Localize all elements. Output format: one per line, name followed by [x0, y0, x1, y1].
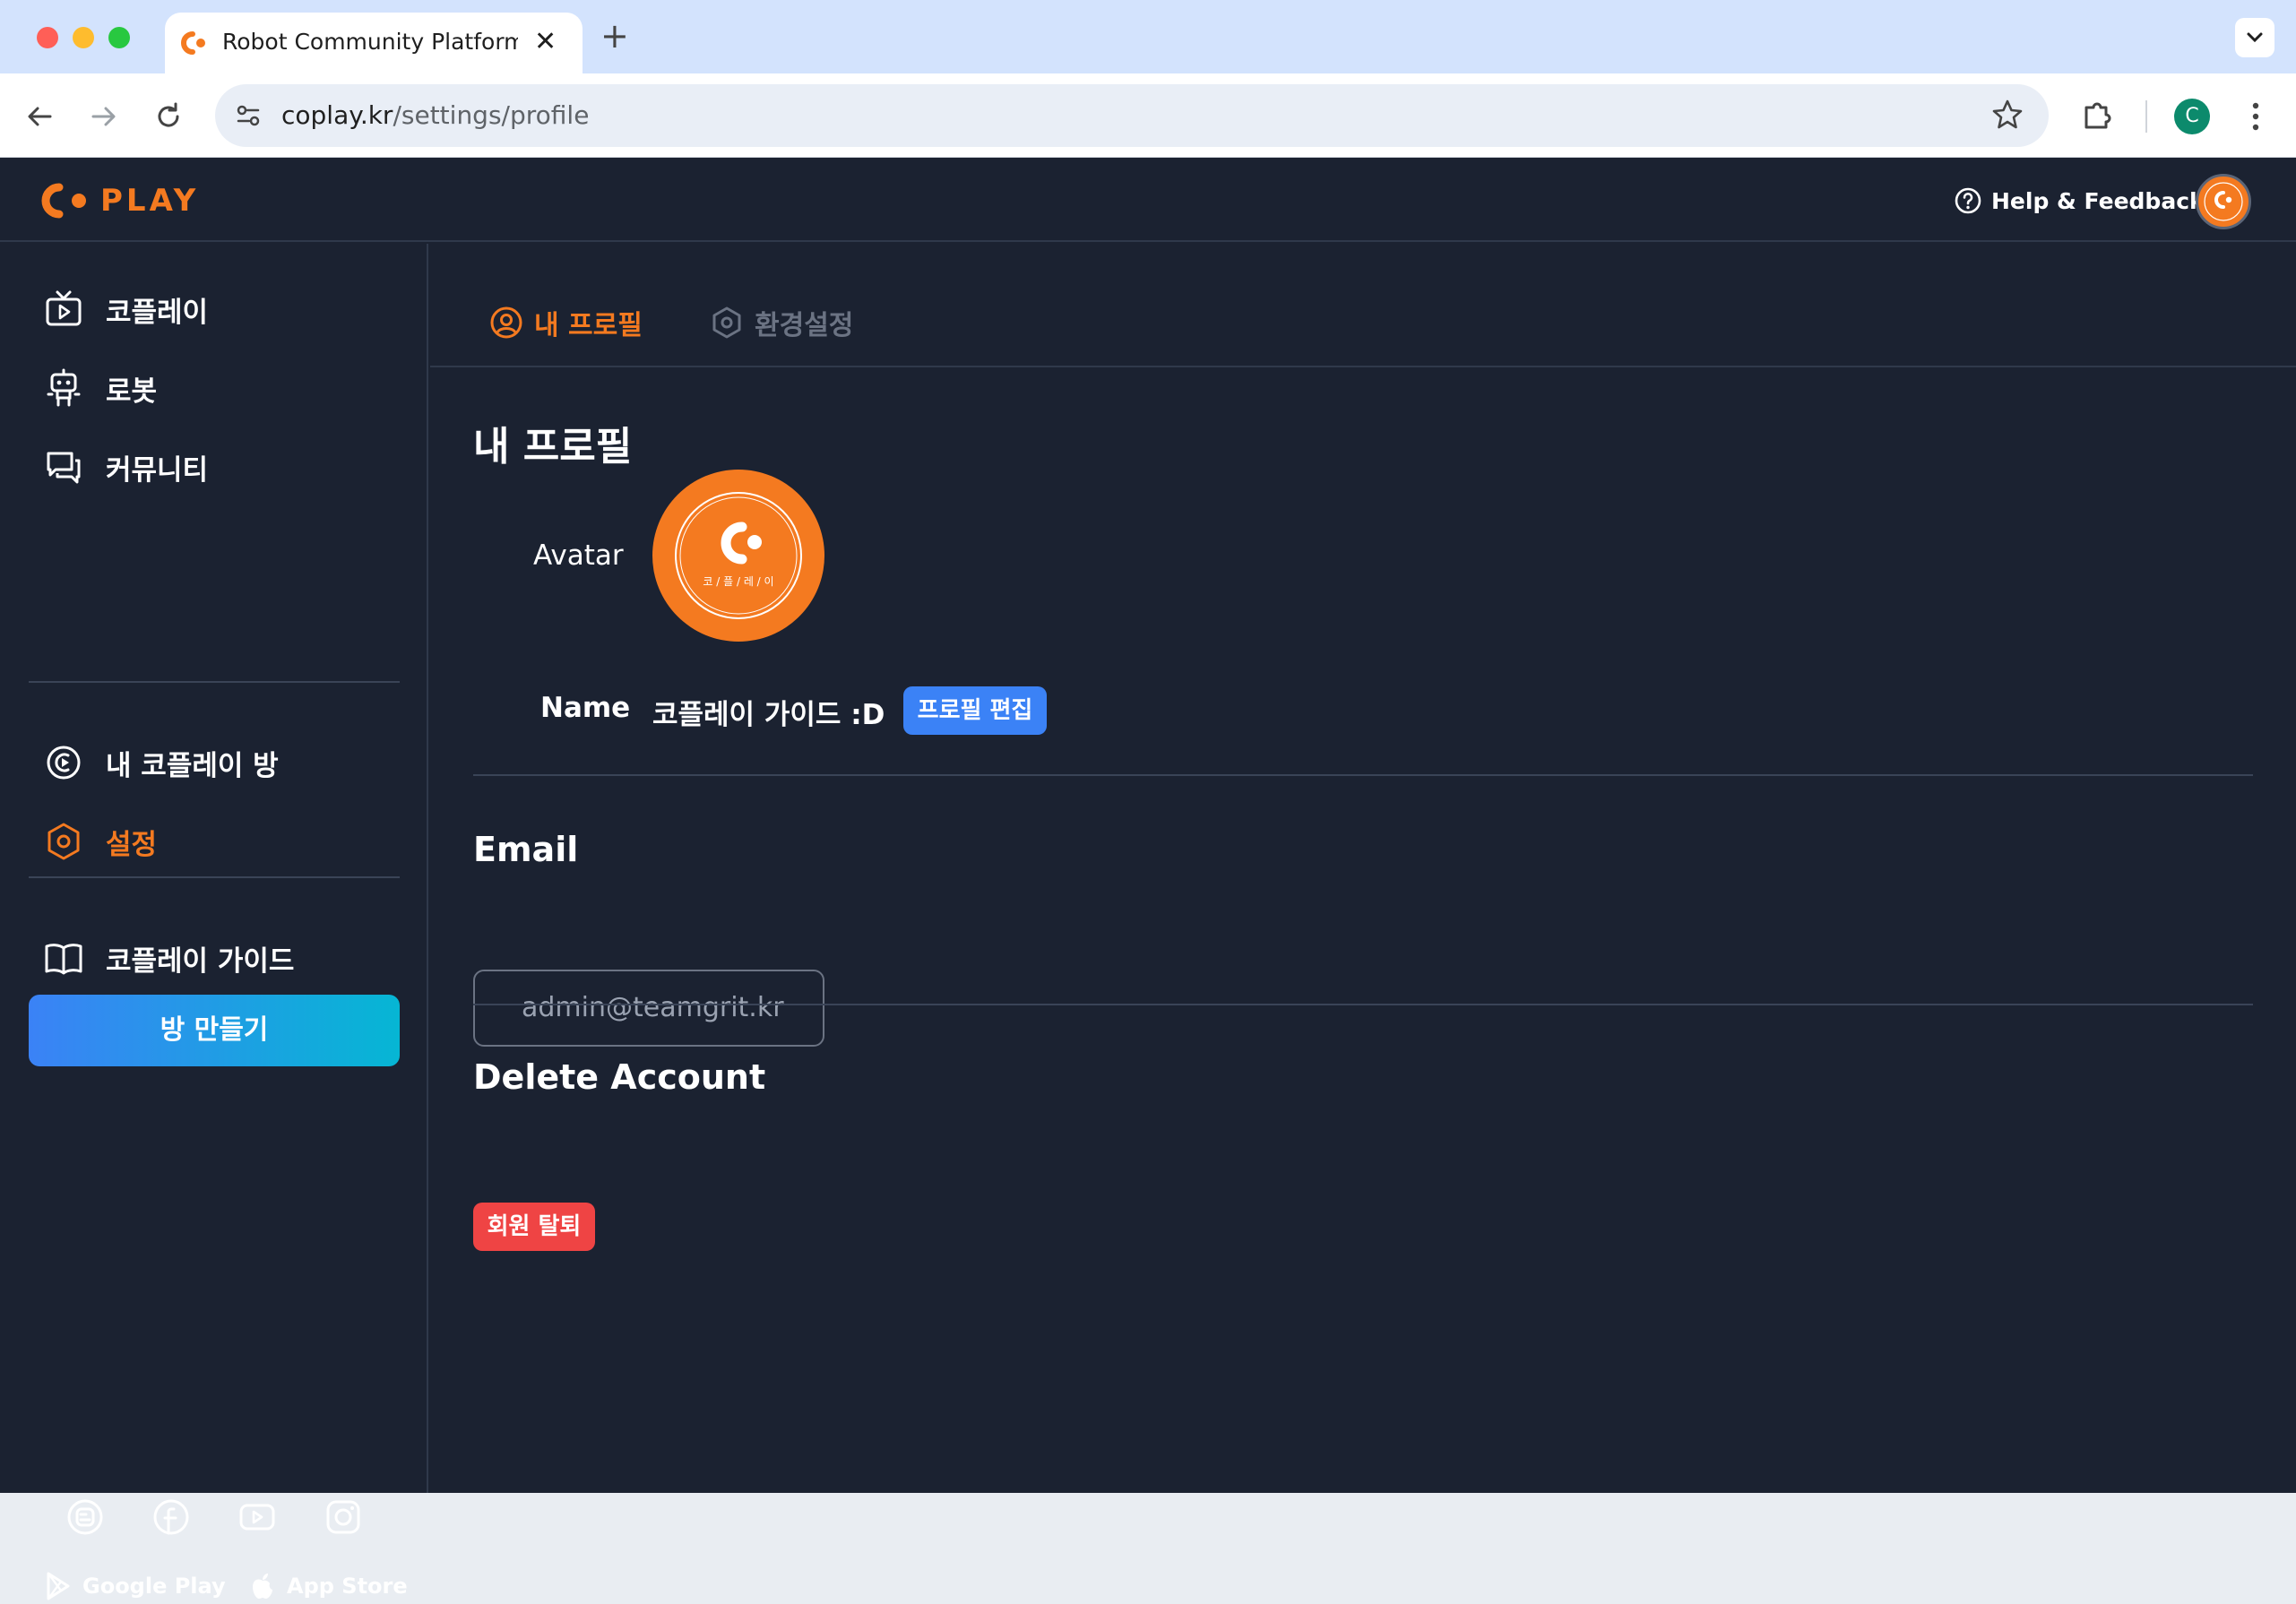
app-header: PLAY Help & Feedback [0, 158, 2296, 242]
chat-bubbles-icon [47, 452, 81, 484]
tab-my-profile[interactable]: 내 프로필 [489, 301, 643, 344]
browser-tab-bar: Robot Community Platform - C ✕ + [0, 0, 2296, 73]
blog-icon[interactable] [65, 1496, 106, 1538]
browser-tab[interactable]: Robot Community Platform - C ✕ [165, 13, 583, 73]
avatar-label: Avatar [533, 539, 624, 572]
sidebar-item-settings[interactable]: 설정 [43, 819, 157, 864]
coplay-favicon-icon [181, 31, 205, 55]
address-bar[interactable]: coplay.kr/settings/profile [215, 84, 2049, 147]
forward-arrow-icon[interactable] [86, 99, 122, 134]
sidebar: 코플레이 로봇 커뮤니티 내 코플레이 방 설정 코플레이 가이드 방 만들기 … [0, 244, 428, 1600]
help-feedback-label: Help & Feedback [1991, 187, 2205, 214]
tab-title: Robot Community Platform - C [222, 29, 518, 55]
sidebar-item-my-room[interactable]: 내 코플레이 방 [43, 740, 279, 785]
help-feedback-link[interactable]: Help & Feedback [1954, 185, 2205, 217]
back-arrow-icon[interactable] [22, 99, 57, 134]
tab-label: 내 프로필 [534, 310, 643, 341]
user-avatar-button[interactable] [2196, 174, 2251, 229]
book-icon [45, 944, 82, 975]
main-content: 내 프로필 환경설정 내 프로필 Avatar 코 / 플 / 레 / 이 Na… [430, 244, 2296, 1493]
app-store-label: App Store [287, 1574, 408, 1599]
settings-tabs: 내 프로필 환경설정 [430, 244, 2296, 367]
sidebar-item-guide[interactable]: 코플레이 가이드 [43, 936, 294, 980]
page-title: 내 프로필 [473, 424, 633, 470]
coplay-avatar-icon [2204, 182, 2243, 221]
tab-preferences[interactable]: 환경설정 [710, 301, 853, 344]
tab-close-icon[interactable]: ✕ [534, 27, 557, 57]
gear-icon [47, 823, 80, 860]
site-settings-icon[interactable] [233, 100, 263, 131]
section-divider [473, 1004, 2253, 1005]
logo-text: PLAY [100, 183, 200, 219]
sidebar-item-coplay[interactable]: 코플레이 [43, 287, 208, 332]
section-divider [473, 774, 2253, 776]
sidebar-divider [29, 876, 400, 878]
tv-play-icon [46, 290, 82, 326]
app-store-link[interactable]: App Store [247, 1568, 408, 1604]
profile-avatar[interactable]: 코 / 플 / 레 / 이 [652, 470, 824, 642]
delete-account-title: Delete Account [473, 1057, 766, 1097]
create-room-button[interactable]: 방 만들기 [29, 995, 400, 1066]
apple-icon [253, 1574, 272, 1599]
chevron-down-icon [2247, 32, 2263, 43]
app-root: PLAY Help & Feedback 코플레이 로봇 커뮤니티 내 코플레이… [0, 158, 2296, 1600]
delete-account-button[interactable]: 회원 탈퇴 [473, 1203, 595, 1251]
gear-icon [712, 306, 741, 339]
new-tab-button[interactable]: + [600, 18, 629, 54]
edit-profile-button[interactable]: 프로필 편집 [903, 686, 1047, 735]
toolbar-separator [2145, 100, 2147, 133]
sidebar-item-label: 설정 [106, 828, 158, 861]
minimize-window-button[interactable] [73, 27, 94, 48]
google-play-icon [47, 1572, 70, 1600]
google-play-label: Google Play [82, 1574, 226, 1599]
facebook-icon[interactable] [151, 1496, 192, 1538]
reload-icon[interactable] [151, 99, 186, 134]
sidebar-divider [29, 681, 400, 683]
help-circle-icon [1955, 187, 1981, 214]
youtube-icon[interactable] [237, 1496, 278, 1538]
robot-icon [47, 368, 81, 407]
browser-profile-avatar[interactable]: C [2174, 99, 2210, 134]
sidebar-item-label: 코플레이 가이드 [106, 944, 295, 978]
tab-label: 환경설정 [755, 310, 854, 341]
url-text: coplay.kr/settings/profile [281, 100, 590, 130]
sidebar-item-label: 코플레이 [106, 296, 209, 329]
sidebar-item-label: 내 코플레이 방 [106, 749, 279, 782]
name-value: 코플레이 가이드 :D [652, 699, 885, 731]
extensions-puzzle-icon[interactable] [2079, 97, 2117, 134]
close-window-button[interactable] [37, 27, 58, 48]
maximize-window-button[interactable] [108, 27, 130, 48]
sidebar-item-label: 로봇 [106, 375, 158, 408]
email-section-title: Email [473, 830, 579, 869]
user-circle-icon [490, 306, 522, 339]
coplay-avatar-icon [652, 470, 824, 642]
sidebar-item-robot[interactable]: 로봇 [43, 366, 157, 410]
tab-search-button[interactable] [2235, 18, 2274, 57]
coplay-room-icon [47, 746, 81, 780]
name-label: Name [540, 692, 631, 724]
sidebar-item-label: 커뮤니티 [106, 453, 209, 487]
coplay-logo[interactable]: PLAY [39, 181, 210, 220]
bookmark-star-icon[interactable] [1990, 97, 2025, 133]
more-menu-icon[interactable] [2242, 97, 2269, 136]
browser-toolbar: coplay.kr/settings/profile C [0, 73, 2296, 158]
sidebar-item-community[interactable]: 커뮤니티 [43, 444, 208, 489]
avatar-caption: 코 / 플 / 레 / 이 [703, 575, 774, 588]
email-field[interactable]: admin@teamgrit.kr [473, 970, 824, 1047]
google-play-link[interactable]: Google Play [43, 1568, 226, 1604]
instagram-icon[interactable] [323, 1496, 364, 1538]
